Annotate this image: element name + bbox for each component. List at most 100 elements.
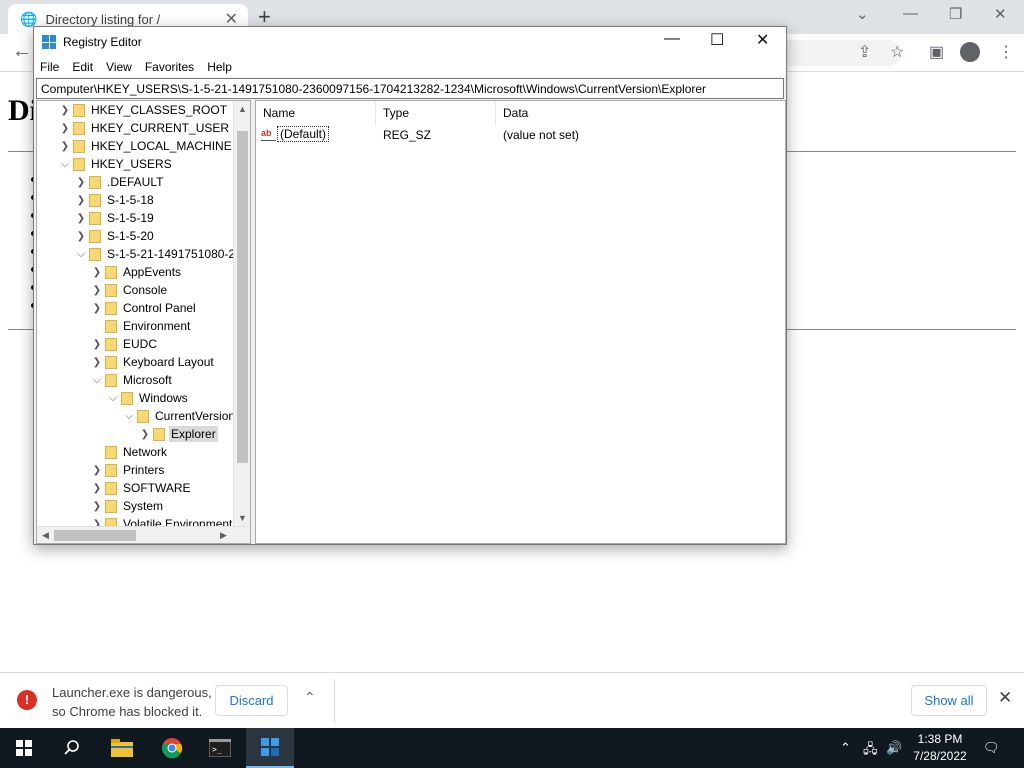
column-header-data[interactable]: Data (496, 101, 785, 125)
chevron-right-icon[interactable]: ❯ (73, 177, 89, 188)
tree-item[interactable]: ⌵ S-1-5-21-1491751080-23 (73, 245, 244, 263)
tree-item[interactable]: ⌵ HKEY_USERS (57, 155, 174, 173)
tree-item[interactable]: ❯ HKEY_LOCAL_MACHINE (57, 137, 234, 155)
scroll-right-icon[interactable]: ▶ (215, 527, 232, 543)
registry-editor-window: Registry Editor — ☐ ✕ File Edit View Fav… (33, 26, 787, 545)
column-header-name[interactable]: Name (256, 101, 376, 125)
scrollbar-thumb[interactable] (237, 131, 248, 463)
tree-item[interactable]: Environment (89, 317, 192, 335)
scrollbar-thumb[interactable] (54, 530, 136, 541)
column-header-type[interactable]: Type (376, 101, 496, 125)
chevron-up-icon[interactable]: ⌃ (304, 689, 316, 706)
more-menu-icon[interactable]: ⋮ (998, 42, 1014, 62)
side-panel-icon[interactable]: ▣ (929, 42, 944, 62)
tree-horizontal-scrollbar[interactable]: ◀ ▶ (37, 526, 250, 543)
tree-item[interactable]: ⌵ Microsoft (89, 371, 174, 389)
maximize-icon[interactable]: ☐ (710, 30, 724, 50)
chevron-right-icon[interactable]: ❯ (89, 285, 105, 296)
profile-avatar-icon[interactable] (960, 42, 980, 62)
tree-item[interactable]: ❯ SOFTWARE (89, 479, 193, 497)
chevron-right-icon[interactable]: ❯ (89, 339, 105, 350)
chevron-down-icon[interactable]: ⌵ (105, 393, 121, 404)
discard-button[interactable]: Discard (215, 685, 288, 716)
chevron-right-icon[interactable]: ❯ (57, 123, 73, 134)
chevron-right-icon[interactable]: ❯ (57, 105, 73, 116)
search-button[interactable] (48, 728, 96, 768)
show-all-button[interactable]: Show all (911, 685, 987, 716)
close-icon[interactable]: ✕ (998, 688, 1012, 708)
address-bar[interactable] (786, 40, 902, 66)
menu-view[interactable]: View (106, 60, 132, 74)
tree-item[interactable]: ❯ S-1-5-20 (73, 227, 156, 245)
window-titlebar[interactable]: Registry Editor — ☐ ✕ (34, 27, 786, 57)
clock-time: 1:38 PM (917, 732, 963, 746)
tree-item[interactable]: ⌵ CurrentVersion (121, 407, 237, 425)
tree-item[interactable]: ❯ Keyboard Layout (89, 353, 216, 371)
back-arrow-icon[interactable]: ← (12, 40, 32, 63)
tree-item[interactable]: ❯ System (89, 497, 165, 515)
tree-item[interactable]: ❯ Console (89, 281, 169, 299)
menu-favorites[interactable]: Favorites (145, 60, 194, 74)
chevron-down-icon[interactable]: ⌵ (89, 375, 105, 386)
chevron-right-icon[interactable]: ❯ (89, 483, 105, 494)
restore-icon[interactable]: ❐ (949, 5, 962, 23)
tree-item[interactable]: ❯ EUDC (89, 335, 159, 353)
tree-item[interactable]: ❯ S-1-5-18 (73, 191, 156, 209)
chevron-right-icon[interactable]: ❯ (89, 501, 105, 512)
chevron-right-icon[interactable]: ❯ (73, 195, 89, 206)
menu-help[interactable]: Help (207, 60, 232, 74)
bookmark-star-icon[interactable]: ☆ (890, 42, 904, 62)
menu-edit[interactable]: Edit (72, 60, 93, 74)
chevron-right-icon[interactable]: ❯ (57, 141, 73, 152)
folder-icon (105, 337, 117, 351)
chevron-right-icon[interactable]: ❯ (137, 429, 153, 440)
value-type: REG_SZ (383, 128, 432, 142)
chevron-right-icon[interactable]: ❯ (73, 231, 89, 242)
file-explorer-taskbar-button[interactable] (98, 728, 146, 768)
chevron-down-icon[interactable]: ⌵ (73, 249, 89, 260)
chevron-right-icon[interactable]: ❯ (89, 465, 105, 476)
tree-item[interactable]: ⌵ Windows (105, 389, 190, 407)
tree-item-selected[interactable]: ❯ Explorer (137, 425, 218, 443)
tree-vertical-scrollbar[interactable]: ▲ ▼ (233, 101, 250, 527)
tree-item[interactable]: ❯ HKEY_CLASSES_ROOT (57, 101, 229, 119)
registry-tree[interactable]: ❯ HKEY_CLASSES_ROOT ❯ HKEY_CURRENT_USER ❯ H… (36, 100, 251, 544)
scroll-down-icon[interactable]: ▼ (234, 510, 250, 527)
chevron-down-icon[interactable]: ⌵ (121, 411, 137, 422)
tree-item[interactable]: ❯ S-1-5-19 (73, 209, 156, 227)
taskbar-clock[interactable]: 1:38 PM 7/28/2022 (905, 731, 975, 765)
scroll-left-icon[interactable]: ◀ (37, 527, 54, 543)
network-icon[interactable]: 🖧 (863, 740, 878, 762)
notifications-icon[interactable]: 🗨 (983, 740, 1000, 756)
chrome-taskbar-button[interactable] (148, 728, 196, 768)
chevron-right-icon[interactable]: ❯ (89, 357, 105, 368)
tree-item[interactable]: ❯ Printers (89, 461, 166, 479)
minimize-icon[interactable]: — (664, 30, 680, 48)
tree-item[interactable]: ❯ HKEY_CURRENT_USER (57, 119, 231, 137)
volume-icon[interactable]: 🔊 (886, 740, 902, 756)
menu-file[interactable]: File (40, 60, 59, 74)
folder-icon (105, 463, 117, 477)
start-button[interactable] (0, 728, 48, 768)
tree-item[interactable]: Network (89, 443, 169, 461)
scroll-up-icon[interactable]: ▲ (234, 101, 250, 118)
share-icon[interactable]: ⇪ (858, 42, 871, 62)
chevron-right-icon[interactable]: ❯ (73, 213, 89, 224)
chevron-right-icon[interactable]: ❯ (89, 303, 105, 314)
value-data: (value not set) (503, 128, 580, 142)
value-row[interactable]: ab (Default) REG_SZ (value not set) (256, 125, 785, 144)
close-icon[interactable]: ✕ (756, 30, 769, 50)
chevron-right-icon[interactable]: ❯ (89, 267, 105, 278)
tree-item[interactable]: ❯ AppEvents (89, 263, 183, 281)
terminal-taskbar-button[interactable]: >_ (196, 728, 244, 768)
registry-values-list[interactable]: Name Type Data ab (Default) REG_SZ (valu… (255, 100, 786, 544)
tree-item[interactable]: ❯ .DEFAULT (73, 173, 165, 191)
minimize-icon[interactable]: — (903, 5, 918, 22)
registry-editor-taskbar-button[interactable] (246, 728, 294, 768)
chevron-down-icon[interactable]: ⌵ (57, 159, 73, 170)
chevron-up-icon[interactable]: ⌃ (840, 740, 851, 756)
close-window-icon[interactable]: ✕ (994, 5, 1007, 23)
tree-item[interactable]: ❯ Control Panel (89, 299, 198, 317)
registry-address-bar[interactable]: Computer\HKEY_USERS\S-1-5-21-1491751080-… (36, 78, 784, 99)
tab-search-icon[interactable]: ⌄ (856, 5, 869, 23)
